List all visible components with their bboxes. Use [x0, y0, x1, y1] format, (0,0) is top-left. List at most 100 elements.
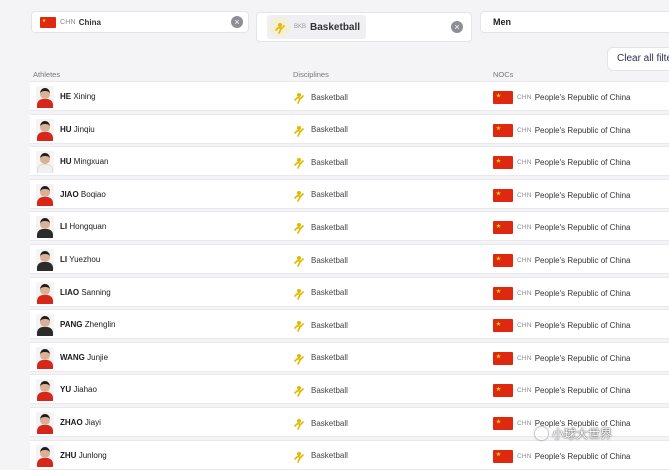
clear-discipline-filter-icon[interactable]: × [451, 21, 463, 33]
athlete-given-name: Mingxuan [73, 157, 109, 167]
clear-all-filters-button[interactable]: Clear all filters [607, 47, 669, 71]
discipline-label: Basketball [311, 190, 348, 200]
basketball-icon [294, 125, 304, 137]
flag-china-icon [493, 123, 513, 137]
athlete-avatar [36, 412, 54, 434]
noc-code: CHN [517, 322, 532, 330]
discipline-cell[interactable]: Basketball [292, 155, 348, 169]
athlete-name[interactable]: HE Xining [60, 92, 96, 101]
discipline-cell[interactable]: Basketball [292, 90, 348, 104]
athlete-name[interactable]: WANG Junjie [60, 353, 108, 362]
noc-name: People's Republic of China [534, 353, 631, 363]
discipline-cell[interactable]: Basketball [292, 123, 348, 137]
noc-cell[interactable]: CHN People's Republic of China [493, 188, 631, 202]
athlete-name[interactable]: JIAO Boqiao [60, 190, 106, 199]
basketball-icon [294, 93, 304, 104]
athlete-row[interactable]: LI Hongquan Basketball CHN People's Republi… [30, 211, 669, 242]
discipline-label: Basketball [311, 320, 348, 330]
discipline-cell[interactable]: Basketball [292, 416, 348, 430]
basketball-icon [294, 353, 304, 365]
noc-cell[interactable]: CHN People's Republic of China [493, 286, 631, 300]
athlete-family-name: PANG [60, 320, 83, 330]
discipline-cell[interactable]: Basketball [292, 220, 348, 235]
flag-china-icon [493, 188, 513, 202]
noc-name: People's Republic of China [534, 190, 631, 200]
athlete-row[interactable]: WANG Junjie Basketball CHN People's Republi… [30, 341, 669, 372]
noc-filter-chip[interactable]: CHN China × [31, 11, 249, 33]
noc-cell[interactable]: CHN People's Republic of China [493, 384, 631, 398]
flag-china-icon [493, 417, 513, 430]
athlete-row[interactable]: JIAO Boqiao Basketball CHN People's Republi… [30, 178, 669, 209]
athlete-name[interactable]: LI Hongquan [60, 222, 106, 231]
athlete-row[interactable]: LIAO Sanning Basketball CHN People's Republ… [30, 276, 669, 307]
athlete-row[interactable]: PANG Zhenglin Basketball CHN People's Repub… [30, 309, 669, 340]
noc-cell[interactable]: CHN People's Republic of China [493, 449, 631, 463]
athlete-name[interactable]: LI Yuezhou [60, 255, 100, 264]
athlete-row[interactable]: LI Yuezhou Basketball CHN People's Republic… [30, 244, 669, 274]
column-header-disciplines[interactable]: Disciplines [293, 70, 329, 79]
athlete-avatar [36, 151, 54, 174]
discipline-cell[interactable]: Basketball [292, 253, 348, 267]
noc-cell[interactable]: CHN People's Republic of China [493, 156, 631, 170]
discipline-label: Basketball [311, 385, 348, 395]
discipline-cell[interactable]: Basketball [292, 449, 348, 463]
athlete-avatar [36, 86, 54, 108]
athlete-name[interactable]: PANG Zhenglin [60, 320, 115, 329]
athlete-family-name: ZHAO [60, 418, 83, 427]
discipline-cell[interactable]: Basketball [292, 351, 348, 365]
clear-noc-filter-icon[interactable]: × [231, 16, 243, 28]
athlete-row[interactable]: ZHU Junlong Basketball CHN People's Republi… [30, 439, 669, 470]
noc-cell[interactable]: CHN People's Republic of China [493, 254, 631, 267]
athlete-family-name: LI [60, 255, 68, 264]
athlete-family-name: JIAO [60, 189, 79, 199]
athlete-family-name: LI [60, 222, 68, 232]
column-header-athletes[interactable]: Athletes [33, 70, 60, 79]
athlete-row[interactable]: HU Mingxuan Basketball CHN People's Republi… [30, 146, 669, 177]
noc-name: People's Republic of China [534, 158, 631, 168]
athlete-given-name: Junlong [78, 450, 107, 460]
noc-name: People's Republic of China [534, 288, 631, 298]
athlete-given-name: Xining [73, 92, 96, 101]
column-header-nocs[interactable]: NOCs [493, 70, 513, 79]
flag-china-icon [493, 384, 513, 398]
athlete-row[interactable]: HE Xining Basketball CHN People's Republic … [30, 81, 669, 111]
athlete-given-name: Jiayi [84, 418, 101, 427]
noc-cell[interactable]: CHN People's Republic of China [493, 319, 631, 333]
noc-name: People's Republic of China [534, 451, 631, 461]
discipline-filter-chip[interactable]: BKB Basketball × [256, 12, 472, 42]
discipline-cell[interactable]: Basketball [292, 383, 348, 398]
athlete-row[interactable]: YU Jiahao Basketball CHN People's Republic … [30, 374, 669, 405]
noc-filter-label: China [78, 17, 101, 27]
noc-name: People's Republic of China [534, 93, 631, 102]
athlete-given-name: Zhenglin [84, 320, 116, 330]
discipline-cell[interactable]: Basketball [292, 286, 348, 300]
noc-code: CHN [517, 420, 532, 427]
basketball-icon [294, 256, 304, 267]
athlete-avatar [36, 183, 54, 206]
athlete-name[interactable]: HU Mingxuan [60, 157, 108, 166]
discipline-filter-tag: BKB Basketball [267, 15, 367, 39]
athlete-row[interactable]: HU Jinqiu Basketball CHN People's Republic … [30, 113, 669, 144]
gender-filter-chip[interactable]: Men [480, 11, 669, 33]
athlete-name[interactable]: HU Jinqiu [60, 125, 95, 134]
noc-cell[interactable]: CHN People's Republic of China [493, 91, 631, 104]
athlete-name[interactable]: YU Jiahao [60, 385, 97, 394]
discipline-label: Basketball [311, 288, 348, 298]
athlete-avatar [36, 346, 54, 369]
basketball-icon [294, 223, 304, 235]
noc-code: CHN [517, 224, 532, 232]
basketball-icon [294, 321, 304, 332]
noc-code: CHN [517, 387, 532, 395]
athlete-given-name: Boqiao [80, 189, 106, 199]
noc-cell[interactable]: CHN People's Republic of China [493, 221, 631, 235]
noc-name: People's Republic of China [534, 256, 631, 265]
noc-name: People's Republic of China [534, 125, 631, 135]
athlete-name[interactable]: ZHU Junlong [60, 451, 107, 460]
noc-cell[interactable]: CHN People's Republic of China [493, 123, 631, 137]
discipline-cell[interactable]: Basketball [292, 188, 348, 202]
discipline-cell[interactable]: Basketball [292, 318, 348, 332]
flag-china-icon [493, 254, 513, 267]
athlete-name[interactable]: ZHAO Jiayi [60, 418, 101, 427]
athlete-name[interactable]: LIAO Sanning [60, 288, 111, 297]
noc-cell[interactable]: CHN People's Republic of China [493, 351, 631, 365]
